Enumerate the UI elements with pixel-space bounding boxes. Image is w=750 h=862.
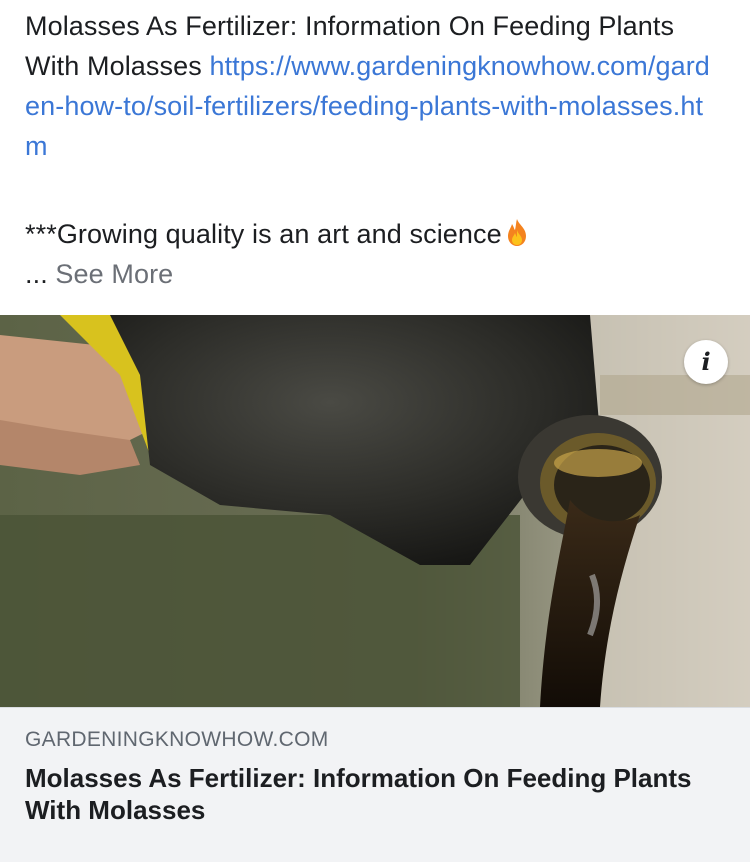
post-body: ***Growing quality is an art and science (25, 214, 725, 254)
molasses-pour-photo (0, 315, 750, 707)
post-message: Molasses As Fertilizer: Information On F… (25, 6, 725, 166)
link-preview-card[interactable]: i GARDENINGKNOWHOW.COM Molasses As Ferti… (0, 315, 750, 862)
link-title[interactable]: Molasses As Fertilizer: Information On F… (25, 762, 715, 826)
link-preview-image[interactable]: i (0, 315, 750, 707)
ellipsis: ... (25, 259, 48, 289)
post-text: Molasses As Fertilizer: Information On F… (25, 6, 725, 294)
fire-emoji-icon (502, 217, 532, 247)
see-more-row: ... See More (25, 254, 725, 294)
link-preview-footer[interactable]: GARDENINGKNOWHOW.COM Molasses As Fertili… (0, 707, 750, 862)
info-icon: i (701, 347, 711, 376)
ad-info-button[interactable]: i (684, 340, 728, 384)
post-body-text: ***Growing quality is an art and science (25, 219, 502, 249)
link-domain: GARDENINGKNOWHOW.COM (25, 728, 329, 751)
see-more-link[interactable]: See More (55, 259, 173, 289)
